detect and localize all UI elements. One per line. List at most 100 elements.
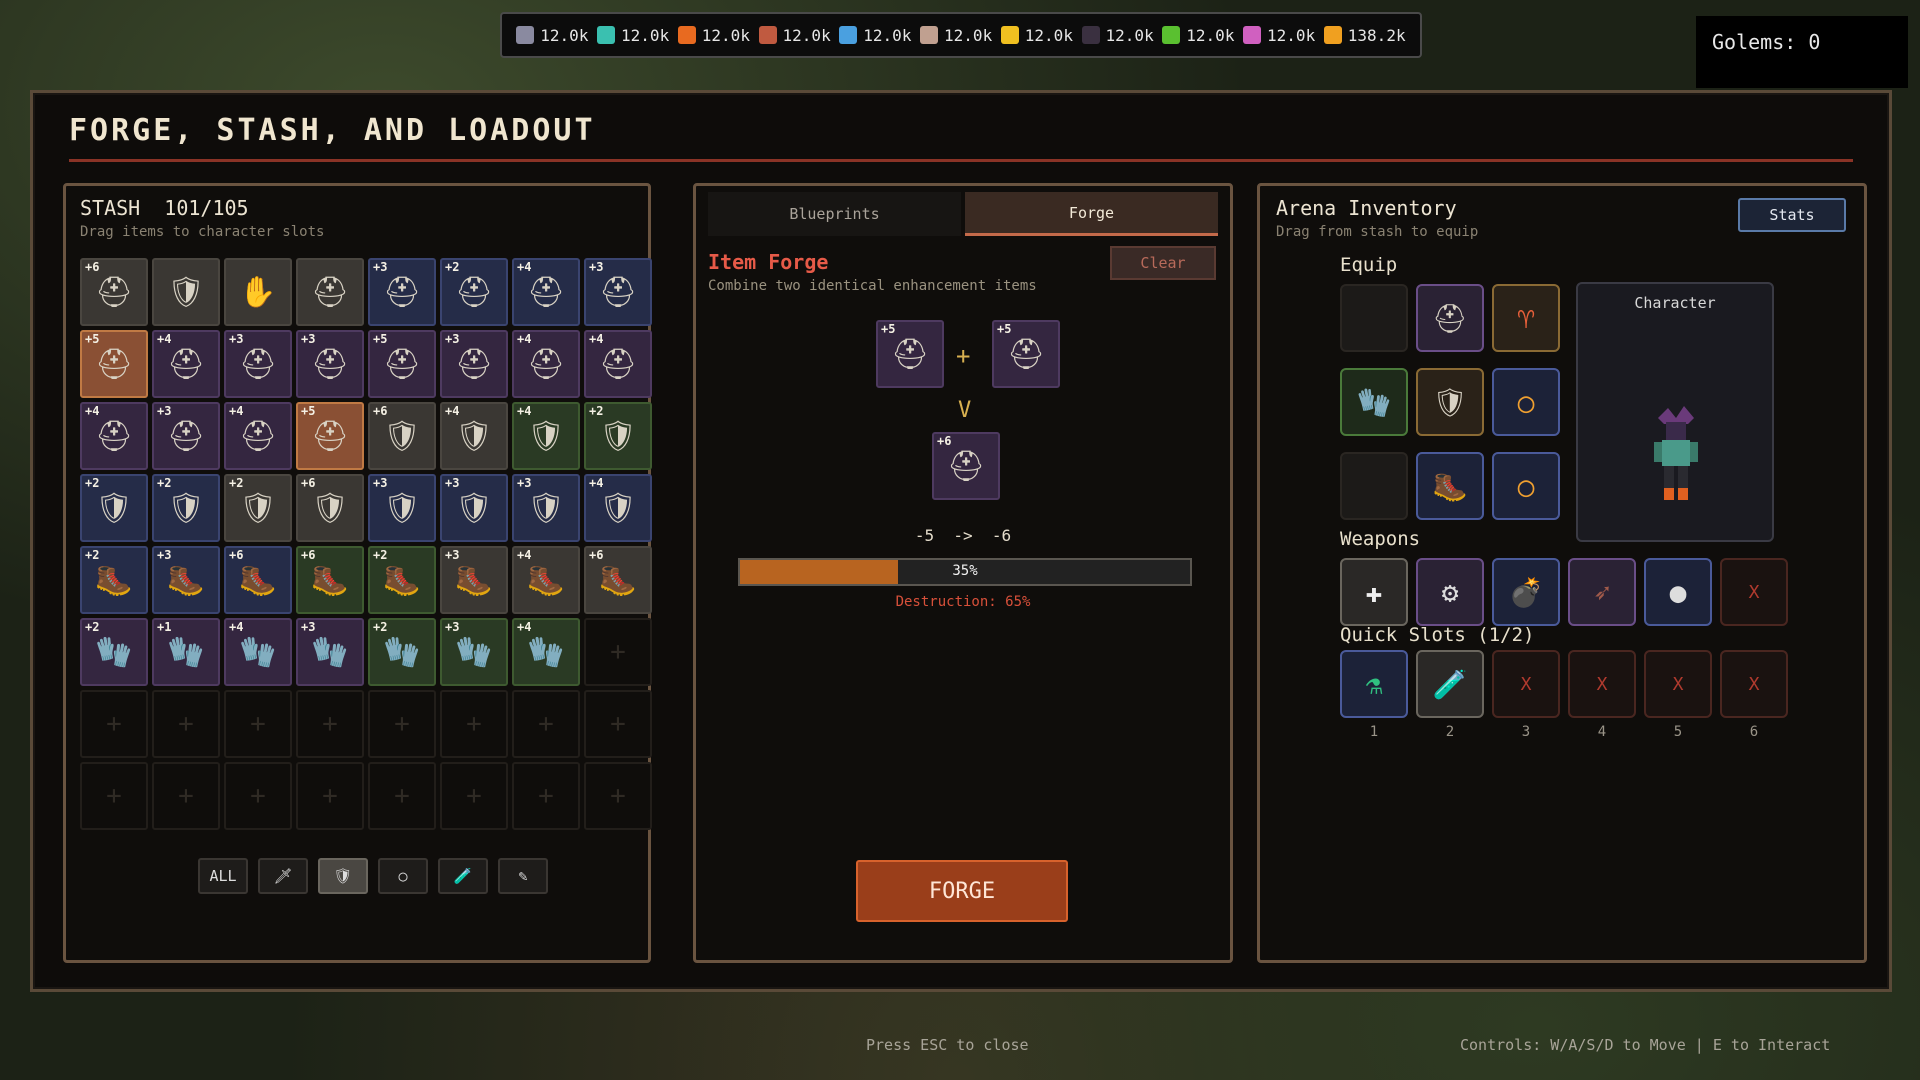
stash-item-slot[interactable]: +2 🛡 xyxy=(584,402,652,470)
stash-item-slot[interactable]: +2 ⛑ xyxy=(440,258,508,326)
stash-item-slot[interactable]: +5 ⛑ xyxy=(368,330,436,398)
filter-ring-button[interactable]: ○ xyxy=(378,858,428,894)
stash-item-slot[interactable]: +4 ⛑ xyxy=(224,402,292,470)
equip-slot-amulet[interactable]: ♈ xyxy=(1492,284,1560,352)
forge-button[interactable]: FORGE xyxy=(856,860,1068,922)
filter-weapon-button[interactable]: 🗡 xyxy=(258,858,308,894)
stash-item-slot[interactable]: +4 🥾 xyxy=(512,546,580,614)
stats-button[interactable]: Stats xyxy=(1738,198,1846,232)
stash-item-slot[interactable]: +6 ⛑ xyxy=(80,258,148,326)
stash-empty-slot[interactable] xyxy=(368,690,436,758)
stash-item-slot[interactable]: +4 🧤 xyxy=(512,618,580,686)
clear-button[interactable]: Clear xyxy=(1110,246,1216,280)
weapon-slot-3[interactable]: 💣 xyxy=(1492,558,1560,626)
stash-empty-slot[interactable] xyxy=(440,762,508,830)
stash-empty-slot[interactable] xyxy=(368,762,436,830)
weapon-slot-1[interactable]: ✚ xyxy=(1340,558,1408,626)
stash-item-slot[interactable]: +5 ⛑ xyxy=(296,402,364,470)
forge-input-slot-b[interactable]: +5 ⛑ xyxy=(992,320,1060,388)
stash-item-slot[interactable]: +4 ⛑ xyxy=(152,330,220,398)
stash-item-slot[interactable]: +2 🧤 xyxy=(80,618,148,686)
stash-empty-slot[interactable] xyxy=(584,690,652,758)
stash-item-slot[interactable]: +3 🥾 xyxy=(440,546,508,614)
stash-item-slot[interactable]: +3 🧤 xyxy=(440,618,508,686)
stash-item-slot[interactable]: +4 🧤 xyxy=(224,618,292,686)
stash-item-slot[interactable]: +2 🛡 xyxy=(152,474,220,542)
stash-item-slot[interactable]: +3 🛡 xyxy=(368,474,436,542)
stash-item-slot[interactable]: +3 ⛑ xyxy=(440,330,508,398)
stash-item-slot[interactable]: +3 🛡 xyxy=(512,474,580,542)
stash-item-slot[interactable]: +6 🛡 xyxy=(296,474,364,542)
equip-slot-ring-1[interactable]: ○ xyxy=(1492,368,1560,436)
stash-item-slot[interactable]: +3 ⛑ xyxy=(224,330,292,398)
tab-forge[interactable]: Forge xyxy=(965,192,1218,236)
stash-item-slot[interactable]: +4 ⛑ xyxy=(512,330,580,398)
stash-item-slot[interactable]: +3 ⛑ xyxy=(584,258,652,326)
equip-slot-boots[interactable]: 🥾 xyxy=(1416,452,1484,520)
equip-slot-empty[interactable] xyxy=(1340,452,1408,520)
tab-blueprints[interactable]: Blueprints xyxy=(708,192,961,236)
stash-item-slot[interactable]: +2 🧤 xyxy=(368,618,436,686)
stash-empty-slot[interactable] xyxy=(440,690,508,758)
stash-item-slot[interactable]: +6 🥾 xyxy=(224,546,292,614)
stash-item-slot[interactable]: +5 ⛑ xyxy=(80,330,148,398)
stash-item-slot[interactable]: +2 🥾 xyxy=(80,546,148,614)
resource-item: 12.0k xyxy=(677,26,750,45)
stash-item-slot[interactable]: +4 🛡 xyxy=(440,402,508,470)
stash-empty-slot[interactable] xyxy=(584,618,652,686)
filter-potion-button[interactable]: 🧪 xyxy=(438,858,488,894)
stash-item-slot[interactable]: +2 🛡 xyxy=(224,474,292,542)
stash-item-slot[interactable]: +6 🥾 xyxy=(584,546,652,614)
stash-empty-slot[interactable] xyxy=(224,690,292,758)
stash-item-slot[interactable]: 🛡 xyxy=(152,258,220,326)
stash-item-slot[interactable]: +3 ⛑ xyxy=(152,402,220,470)
stash-empty-slot[interactable] xyxy=(80,690,148,758)
stash-empty-slot[interactable] xyxy=(512,690,580,758)
filter-armor-button[interactable]: 🛡 xyxy=(318,858,368,894)
quick-slot-4-empty[interactable]: X xyxy=(1568,650,1636,718)
stash-item-slot[interactable]: +4 ⛑ xyxy=(512,258,580,326)
filter-misc-button[interactable]: ✎ xyxy=(498,858,548,894)
stash-empty-slot[interactable] xyxy=(296,690,364,758)
filter-all-button[interactable]: ALL xyxy=(198,858,248,894)
stash-item-slot[interactable]: +3 ⛑ xyxy=(296,330,364,398)
equip-slot-empty[interactable] xyxy=(1340,284,1408,352)
forge-input-slot-a[interactable]: +5 ⛑ xyxy=(876,320,944,388)
stash-item-slot[interactable]: +3 🛡 xyxy=(440,474,508,542)
stash-empty-slot[interactable] xyxy=(584,762,652,830)
stash-item-slot[interactable]: +6 🛡 xyxy=(368,402,436,470)
equip-slot-helmet[interactable]: ⛑ xyxy=(1416,284,1484,352)
quick-slot-2[interactable]: 🧪 xyxy=(1416,650,1484,718)
stash-item-slot[interactable]: +4 🛡 xyxy=(512,402,580,470)
stash-item-slot[interactable]: +3 ⛑ xyxy=(368,258,436,326)
stash-empty-slot[interactable] xyxy=(512,762,580,830)
stash-empty-slot[interactable] xyxy=(152,762,220,830)
weapon-slot-2[interactable]: ⚙ xyxy=(1416,558,1484,626)
stash-item-slot[interactable]: ✋ xyxy=(224,258,292,326)
stash-empty-slot[interactable] xyxy=(296,762,364,830)
stash-item-slot[interactable]: +2 🥾 xyxy=(368,546,436,614)
quick-slot-3-empty[interactable]: X xyxy=(1492,650,1560,718)
stash-empty-slot[interactable] xyxy=(152,690,220,758)
weapon-slot-6-empty[interactable]: X xyxy=(1720,558,1788,626)
stash-item-slot[interactable]: +4 🛡 xyxy=(584,474,652,542)
stash-item-slot[interactable]: +2 🛡 xyxy=(80,474,148,542)
item-level: +4 xyxy=(589,332,604,346)
weapon-slot-5[interactable]: ● xyxy=(1644,558,1712,626)
equip-slot-gloves[interactable]: 🧤 xyxy=(1340,368,1408,436)
stash-item-slot[interactable]: +1 🧤 xyxy=(152,618,220,686)
stash-item-slot[interactable]: +3 🥾 xyxy=(152,546,220,614)
stash-item-slot[interactable]: +4 ⛑ xyxy=(80,402,148,470)
stash-item-slot[interactable]: +4 ⛑ xyxy=(584,330,652,398)
equip-slot-ring-2[interactable]: ○ xyxy=(1492,452,1560,520)
stash-item-slot[interactable]: ⛑ xyxy=(296,258,364,326)
weapon-slot-4[interactable]: ➶ xyxy=(1568,558,1636,626)
stash-item-slot[interactable]: +6 🥾 xyxy=(296,546,364,614)
quick-slot-5-empty[interactable]: X xyxy=(1644,650,1712,718)
quick-slot-6-empty[interactable]: X xyxy=(1720,650,1788,718)
stash-empty-slot[interactable] xyxy=(80,762,148,830)
equip-slot-armor[interactable]: 🛡 xyxy=(1416,368,1484,436)
stash-item-slot[interactable]: +3 🧤 xyxy=(296,618,364,686)
quick-slot-1[interactable]: ⚗ xyxy=(1340,650,1408,718)
stash-empty-slot[interactable] xyxy=(224,762,292,830)
